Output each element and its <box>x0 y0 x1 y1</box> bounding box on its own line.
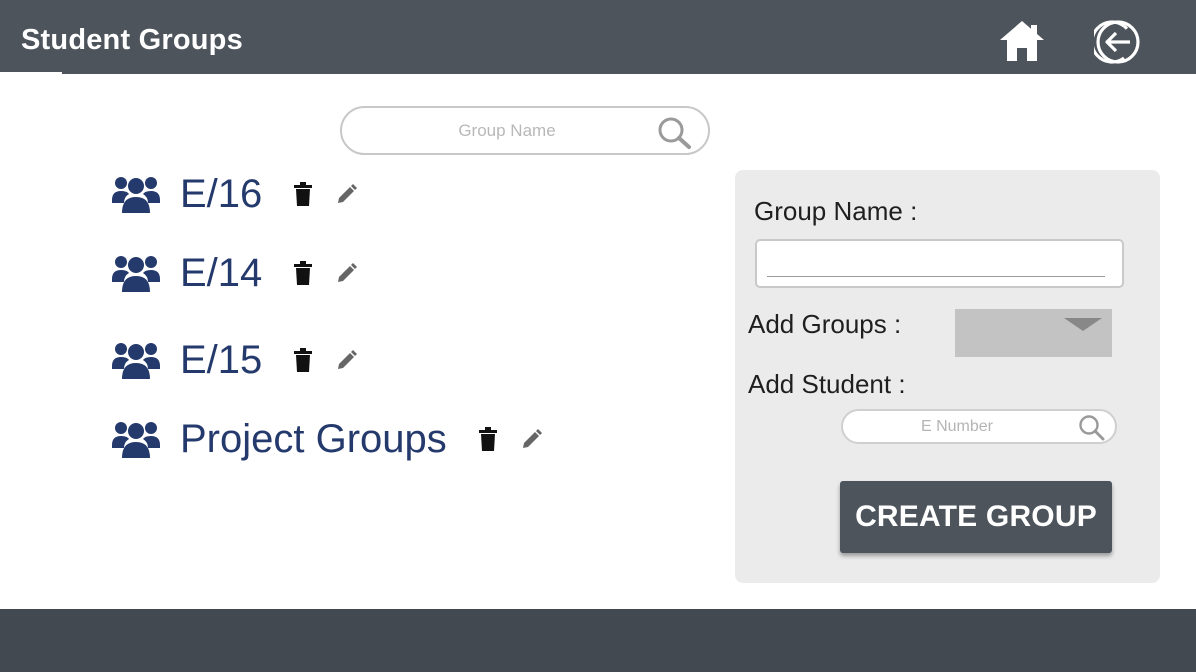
top-bar: Student Groups <box>0 0 1196 74</box>
group-name-field[interactable] <box>755 239 1124 288</box>
users-icon <box>112 343 160 379</box>
logout-button[interactable] <box>1090 18 1142 66</box>
add-student-label: Add Student : <box>748 369 906 399</box>
group-name-input[interactable] <box>767 249 1105 277</box>
users-icon <box>112 177 160 213</box>
group-name[interactable]: E/15 <box>180 338 262 383</box>
users-icon <box>112 422 160 458</box>
group-row: E/15 <box>112 335 358 385</box>
group-search-box[interactable] <box>340 106 710 155</box>
footer-bar <box>0 609 1196 672</box>
group-name[interactable]: E/16 <box>180 172 262 217</box>
edit-icon[interactable] <box>521 428 543 450</box>
search-icon[interactable] <box>1077 414 1107 442</box>
create-group-button[interactable]: CREATE GROUP <box>840 481 1112 553</box>
trash-icon[interactable] <box>292 181 314 207</box>
edit-icon[interactable] <box>336 349 358 371</box>
student-search-input[interactable] <box>857 414 1057 440</box>
group-search-input[interactable] <box>362 116 652 146</box>
group-row: E/14 <box>112 248 358 298</box>
add-groups-label: Add Groups : <box>748 309 902 339</box>
trash-icon[interactable] <box>477 426 499 452</box>
input-underline <box>767 276 1105 277</box>
trash-icon[interactable] <box>292 347 314 373</box>
home-button[interactable] <box>998 18 1046 64</box>
group-row: E/16 <box>112 169 358 219</box>
home-icon <box>1000 21 1044 61</box>
create-group-panel: Group Name : Add Groups : Add Student : … <box>735 170 1160 583</box>
group-name[interactable]: Project Groups <box>180 417 447 462</box>
edit-icon[interactable] <box>336 183 358 205</box>
group-name[interactable]: E/14 <box>180 251 262 296</box>
page-title: Student Groups <box>21 24 243 56</box>
edit-icon[interactable] <box>336 262 358 284</box>
search-icon[interactable] <box>656 116 694 150</box>
trash-icon[interactable] <box>292 260 314 286</box>
users-icon <box>112 256 160 292</box>
logout-icon <box>1090 20 1140 64</box>
chevron-down-icon <box>1064 318 1102 331</box>
active-tab-indicator <box>0 72 62 74</box>
student-search-box[interactable] <box>841 409 1117 444</box>
group-name-label: Group Name : <box>754 196 918 226</box>
add-groups-dropdown[interactable] <box>955 309 1112 357</box>
group-row: Project Groups <box>112 414 543 464</box>
